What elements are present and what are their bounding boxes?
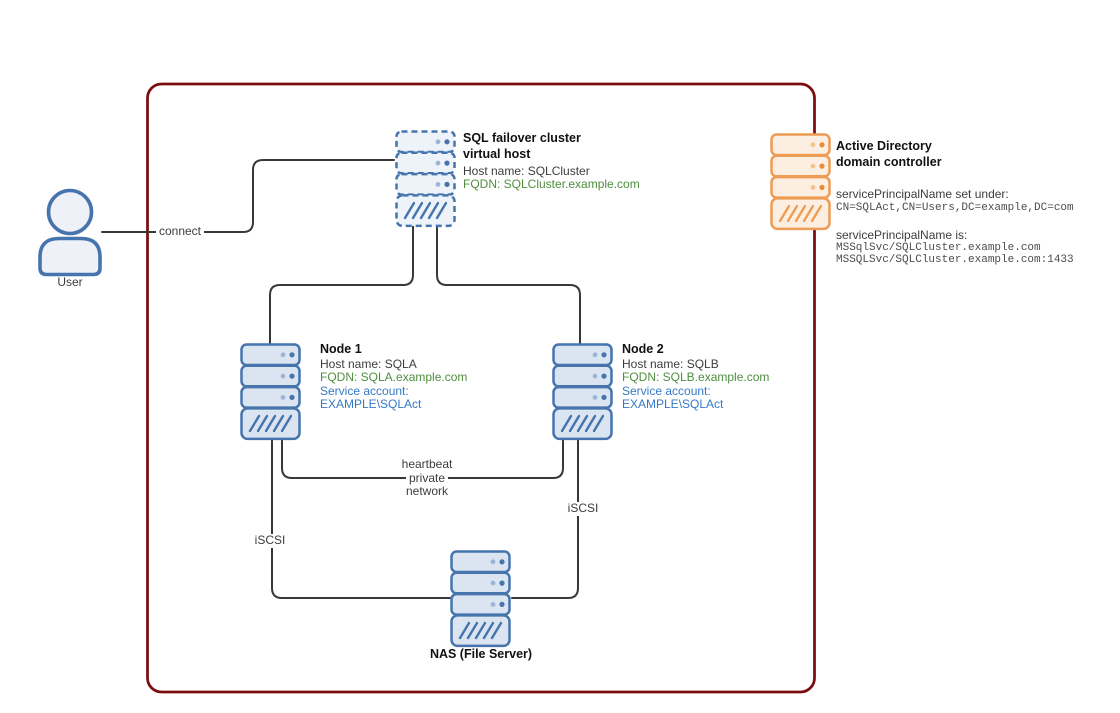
virtual-host-server-stack-dashed-icon: [397, 132, 455, 226]
ad-spn-value1: MSSqlSvc/SQLCluster.example.com: [836, 242, 1074, 254]
iscsi-node1-edge-label: iSCSI: [246, 534, 294, 548]
user-icon: [40, 191, 100, 275]
ad-spn-set-under-label: servicePrincipalName set under:: [836, 188, 1074, 202]
connect-edge-label: connect: [150, 225, 210, 239]
active-directory-server-stack-icon: [772, 135, 830, 229]
ad-spn-is-label: servicePrincipalName is:: [836, 229, 1074, 243]
node2-service-account-line1: Service account:: [622, 385, 769, 399]
node1-hostname: Host name: SQLA: [320, 358, 467, 372]
virtual-host-hostname: Host name: SQLCluster: [463, 165, 640, 179]
diagram-shapes: [0, 0, 1120, 713]
node2-server-stack-icon: [554, 345, 612, 439]
virtual-host-label-block: SQL failover cluster virtual host Host n…: [463, 131, 640, 192]
node1-server-stack-icon: [242, 345, 300, 439]
edge-virtualhost-node2: [437, 226, 580, 343]
node2-fqdn: FQDN: SQLB.example.com: [622, 371, 769, 385]
node2-service-account-line2: EXAMPLE\SQLAct: [622, 398, 769, 412]
virtual-host-fqdn: FQDN: SQLCluster.example.com: [463, 178, 640, 192]
iscsi-node2-edge-label: iSCSI: [559, 502, 607, 516]
nas-server-stack-icon: [452, 552, 510, 646]
active-directory-label-block: Active Directory domain controller servi…: [836, 139, 1074, 266]
virtual-host-title-line2: virtual host: [463, 147, 640, 163]
diagram-canvas: User connect SQL failover cluster virtua…: [0, 0, 1120, 713]
node2-hostname: Host name: SQLB: [622, 358, 769, 372]
heartbeat-label-line2: private: [406, 472, 448, 486]
iscsi-node2-label-text: iSCSI: [565, 502, 602, 516]
edge-virtualhost-node1: [270, 226, 413, 343]
node1-service-account-line2: EXAMPLE\SQLAct: [320, 398, 467, 412]
connect-edge-label-text: connect: [156, 225, 204, 239]
node2-label-block: Node 2 Host name: SQLB FQDN: SQLB.exampl…: [622, 342, 769, 412]
node1-label-block: Node 1 Host name: SQLA FQDN: SQLA.exampl…: [320, 342, 467, 412]
ad-spn-value2: MSSQLSvc/SQLCluster.example.com:1433: [836, 254, 1074, 266]
user-label: User: [40, 276, 100, 290]
iscsi-node1-label-text: iSCSI: [252, 534, 289, 548]
virtual-host-title-line1: SQL failover cluster: [463, 131, 640, 147]
ad-title-line1: Active Directory: [836, 139, 1074, 155]
node1-fqdn: FQDN: SQLA.example.com: [320, 371, 467, 385]
node1-service-account-line1: Service account:: [320, 385, 467, 399]
heartbeat-edge-label: heartbeat private network: [387, 458, 467, 499]
ad-title-line2: domain controller: [836, 155, 1074, 171]
nas-label: NAS (File Server): [405, 647, 557, 663]
node2-title: Node 2: [622, 342, 769, 358]
heartbeat-label-line3: network: [403, 485, 451, 499]
edge-user-connect: [102, 160, 394, 232]
edge-node2-nas-iscsi: [512, 439, 578, 598]
heartbeat-label-line1: heartbeat: [399, 458, 456, 472]
ad-spn-set-under-value: CN=SQLAct,CN=Users,DC=example,DC=com: [836, 202, 1074, 214]
node1-title: Node 1: [320, 342, 467, 358]
